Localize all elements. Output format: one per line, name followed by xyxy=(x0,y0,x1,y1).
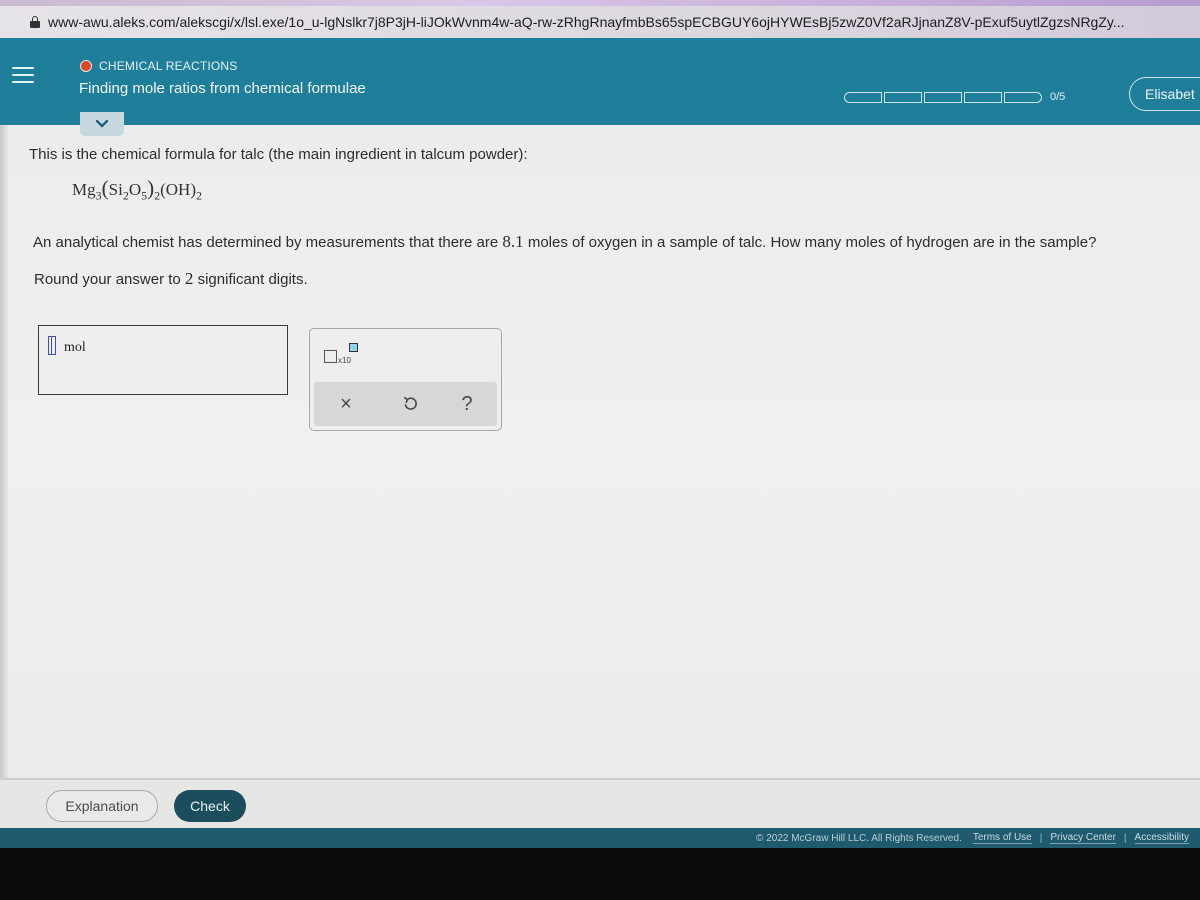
footer-separator: | xyxy=(1123,832,1127,844)
unit-label: mol xyxy=(64,340,86,355)
progress-segment xyxy=(884,91,922,103)
formula-element: Si xyxy=(108,180,123,199)
x10-label: x10 xyxy=(338,356,351,365)
privacy-center-link[interactable]: Privacy Center xyxy=(1050,832,1116,844)
formula-subscript: 2 xyxy=(196,188,202,203)
chemical-formula: Mg3(Si2O5)2(OH)2 xyxy=(72,176,202,203)
progress-label: 0/5 xyxy=(1050,91,1066,103)
chevron-down-icon xyxy=(95,119,109,128)
terms-of-use-link[interactable]: Terms of Use xyxy=(972,832,1032,844)
hamburger-icon-line xyxy=(12,81,34,83)
progress-bar: 0/5 xyxy=(844,91,1065,103)
formula-element: Mg xyxy=(72,180,96,199)
check-button[interactable]: Check xyxy=(174,790,246,822)
hamburger-menu-button[interactable] xyxy=(12,64,34,86)
formula-element: OH xyxy=(165,180,191,199)
content-area xyxy=(0,125,1200,780)
screen-bezel xyxy=(0,848,1200,900)
scientific-notation-button[interactable]: x10 xyxy=(324,343,364,369)
progress-segment xyxy=(844,91,882,103)
instruction-text-part: Round your answer to xyxy=(34,271,185,288)
question-text: An analytical chemist has determined by … xyxy=(33,232,1096,252)
copyright-text: © 2022 McGraw Hill LLC. All Rights Reser… xyxy=(756,832,962,844)
url-text[interactable]: www-awu.aleks.com/alekscgi/x/lsl.exe/1o_… xyxy=(48,14,1198,30)
explanation-button[interactable]: Explanation xyxy=(46,790,158,822)
answer-input[interactable]: mol xyxy=(38,325,288,395)
undo-icon[interactable] xyxy=(398,392,422,416)
hamburger-icon-line xyxy=(12,74,34,76)
oxygen-moles-value: 8.1 xyxy=(502,232,524,251)
topic-label: CHEMICAL REACTIONS xyxy=(99,59,238,73)
hamburger-icon-line xyxy=(12,67,34,69)
screen: www-awu.aleks.com/alekscgi/x/lsl.exe/1o_… xyxy=(0,0,1200,900)
topic-indicator: CHEMICAL REACTIONS xyxy=(80,59,238,73)
status-dot-icon xyxy=(80,60,92,72)
user-menu-button[interactable]: Elisabet xyxy=(1129,77,1200,111)
question-text-part: An analytical chemist has determined by … xyxy=(33,234,503,251)
progress-segment xyxy=(924,91,962,103)
collapse-toggle-button[interactable] xyxy=(80,112,124,136)
rounding-instruction: Round your answer to 2 significant digit… xyxy=(34,269,308,289)
formula-paren: ( xyxy=(101,176,109,200)
accessibility-link[interactable]: Accessibility xyxy=(1134,832,1189,844)
math-tool-panel: x10 × ? xyxy=(309,328,502,431)
help-icon[interactable]: ? xyxy=(455,392,479,416)
instruction-text-part: significant digits. xyxy=(193,271,308,288)
base-box-icon xyxy=(324,350,337,363)
app-header: CHEMICAL REACTIONS Finding mole ratios f… xyxy=(0,38,1200,125)
progress-segment xyxy=(964,91,1002,103)
question-text-part: moles of oxygen in a sample of talc. How… xyxy=(523,234,1097,251)
address-bar[interactable]: www-awu.aleks.com/alekscgi/x/lsl.exe/1o_… xyxy=(0,6,1200,38)
clear-icon[interactable]: × xyxy=(334,392,358,416)
exponent-box-icon xyxy=(349,343,358,352)
lock-icon xyxy=(30,16,40,28)
footer-separator: | xyxy=(1039,832,1043,844)
input-cursor-icon xyxy=(48,336,56,355)
legal-footer: © 2022 McGraw Hill LLC. All Rights Reser… xyxy=(0,828,1200,848)
page-title: Finding mole ratios from chemical formul… xyxy=(79,80,366,97)
formula-element: O xyxy=(128,180,142,199)
question-intro: This is the chemical formula for talc (t… xyxy=(29,146,528,163)
content-edge xyxy=(0,125,8,828)
tool-action-row: × ? xyxy=(314,382,497,426)
progress-segment xyxy=(1004,91,1042,103)
